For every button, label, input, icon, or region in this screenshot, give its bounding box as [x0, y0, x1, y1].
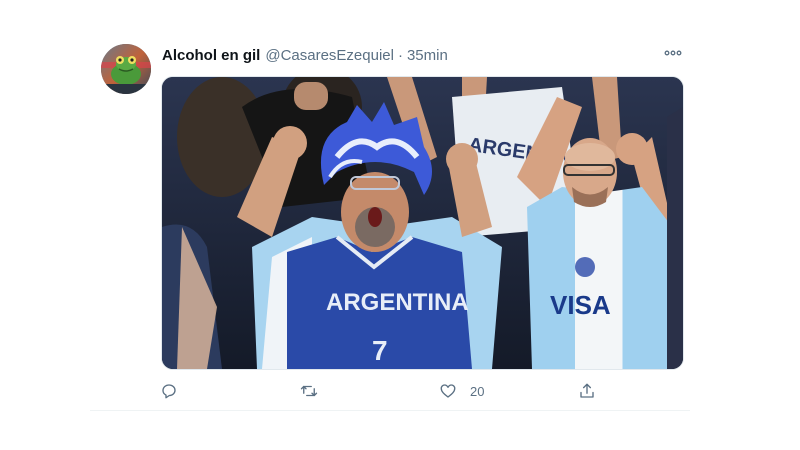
main-jersey-number: 7 — [372, 335, 388, 366]
separator-dot: · — [397, 46, 403, 64]
heart-icon — [440, 384, 456, 398]
user-handle[interactable]: @CasaresEzequiel — [265, 47, 394, 64]
retweet-button[interactable] — [300, 380, 318, 402]
like-button[interactable]: 20 — [439, 380, 484, 402]
tweet-actions: 20 — [160, 380, 600, 402]
retweet-icon — [300, 385, 318, 397]
tweet-header: Alcohol en gil @CasaresEzequiel · 35min — [162, 44, 448, 66]
timestamp[interactable]: 35min — [407, 47, 448, 64]
share-icon — [580, 383, 594, 398]
tweet-divider — [90, 410, 690, 411]
reply-button[interactable] — [160, 380, 178, 402]
more-options-icon — [664, 50, 682, 56]
visa-jersey-text: VISA — [550, 290, 611, 320]
user-avatar[interactable] — [101, 44, 151, 94]
tweet-photo[interactable]: ARGENTINA ARGENTINA 7 VISA — [161, 76, 684, 370]
share-button[interactable] — [578, 380, 596, 402]
display-name[interactable]: Alcohol en gil — [162, 47, 260, 64]
reply-icon — [162, 384, 176, 399]
like-count: 20 — [470, 383, 485, 399]
fans-cheering-photo: ARGENTINA ARGENTINA 7 VISA — [162, 77, 683, 369]
main-jersey-text: ARGENTINA — [326, 289, 469, 316]
tweet[interactable]: Alcohol en gil @CasaresEzequiel · 35min — [0, 0, 800, 450]
frog-avatar-icon — [101, 44, 151, 94]
more-options-button[interactable] — [662, 44, 684, 62]
